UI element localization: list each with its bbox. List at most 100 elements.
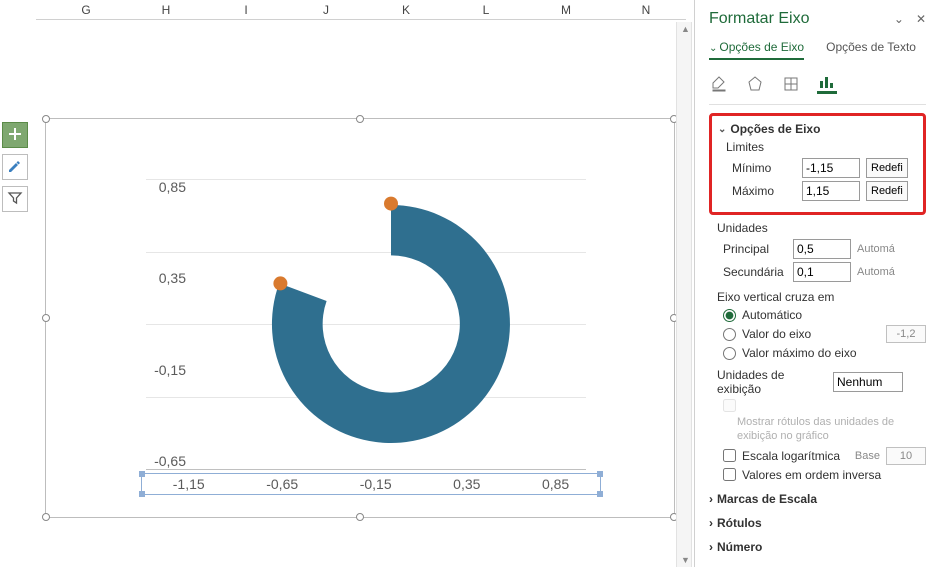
col-M: M xyxy=(526,3,606,17)
col-L: L xyxy=(446,3,526,17)
col-H: H xyxy=(126,3,206,17)
auto-label: Automá xyxy=(857,266,895,278)
highlight-box: ⌄ Opções de Eixo Limites Mínimo Redefi M… xyxy=(709,113,926,215)
plus-icon xyxy=(7,126,23,145)
resize-handle[interactable] xyxy=(356,513,364,521)
base-label: Base xyxy=(855,450,880,462)
x-tick: -1,15 xyxy=(173,476,205,492)
data-point-end xyxy=(384,197,398,211)
y-tick: 0,85 xyxy=(106,179,186,195)
radio-value-label: Valor do eixo xyxy=(742,327,811,341)
x-tick: -0,65 xyxy=(266,476,298,492)
x-tick: -0,15 xyxy=(360,476,392,492)
data-point-start xyxy=(273,276,287,290)
secondary-label: Secundária xyxy=(723,265,787,279)
chart-tools xyxy=(2,122,30,212)
resize-handle[interactable] xyxy=(356,115,364,123)
plot-area[interactable]: 0,85 0,35 -0,15 -0,65 -1,15 -0,65 -0,15 … xyxy=(196,179,586,469)
display-units-label: Unidades de exibição xyxy=(717,368,827,396)
max-label: Máximo xyxy=(732,184,796,198)
reverse-label: Valores em ordem inversa xyxy=(742,468,881,482)
principal-input[interactable] xyxy=(793,239,851,259)
check-log-scale[interactable] xyxy=(723,449,736,462)
col-I: I xyxy=(206,3,286,17)
auto-label: Automá xyxy=(857,243,895,255)
section-axis-options[interactable]: ⌄ Opções de Eixo xyxy=(718,122,917,136)
min-label: Mínimo xyxy=(732,161,796,175)
funnel-icon xyxy=(7,190,23,209)
selection-handle[interactable] xyxy=(597,471,603,477)
panel-title: Formatar Eixo xyxy=(709,10,809,28)
bar-chart-icon[interactable] xyxy=(817,74,837,94)
selection-handle[interactable] xyxy=(139,491,145,497)
chart-styles-button[interactable] xyxy=(2,154,28,180)
resize-handle[interactable] xyxy=(42,513,50,521)
chart-object[interactable]: 0,85 0,35 -0,15 -0,65 -1,15 -0,65 -0,15 … xyxy=(45,118,675,518)
y-tick: -0,65 xyxy=(106,453,186,469)
secondary-input[interactable] xyxy=(793,262,851,282)
selection-handle[interactable] xyxy=(139,471,145,477)
x-axis-selected[interactable]: -1,15 -0,65 -0,15 0,35 0,85 xyxy=(141,473,601,495)
col-K: K xyxy=(366,3,446,17)
donut-series[interactable] xyxy=(251,184,531,464)
chevron-right-icon: › xyxy=(709,516,713,530)
arc-segment xyxy=(272,205,510,443)
close-icon[interactable]: ✕ xyxy=(916,12,926,26)
vcross-label: Eixo vertical cruza em xyxy=(717,290,926,304)
y-tick: 0,35 xyxy=(106,270,186,286)
panel-tabs: ⌄Opções de Eixo Opções de Texto xyxy=(709,40,926,60)
section-labels[interactable]: › Rótulos xyxy=(709,516,926,530)
column-headers: G H I J K L M N xyxy=(36,0,686,20)
chevron-down-icon[interactable]: ⌄ xyxy=(894,12,904,26)
radio-max-label: Valor máximo do eixo xyxy=(742,346,857,360)
principal-label: Principal xyxy=(723,242,787,256)
chart-elements-button[interactable] xyxy=(2,122,28,148)
tab-text-options[interactable]: Opções de Texto xyxy=(826,40,916,60)
fill-icon[interactable] xyxy=(709,74,729,94)
gridline xyxy=(146,469,586,470)
check-show-unit-labels xyxy=(723,399,736,412)
chart-filter-button[interactable] xyxy=(2,186,28,212)
reset-min-button[interactable]: Redefi xyxy=(866,158,908,178)
resize-handle[interactable] xyxy=(42,115,50,123)
section-tick-marks[interactable]: › Marcas de Escala xyxy=(709,492,926,506)
chevron-right-icon: › xyxy=(709,492,713,506)
gridline xyxy=(146,179,586,180)
scroll-up-icon[interactable]: ▲ xyxy=(681,24,690,34)
show-unit-labels-label: Mostrar rótulos das unidades de exibição… xyxy=(737,415,926,444)
panel-subtabs xyxy=(709,70,926,105)
chevron-down-icon: ⌄ xyxy=(718,124,726,135)
x-tick: 0,35 xyxy=(453,476,480,492)
col-J: J xyxy=(286,3,366,17)
log-base-input xyxy=(886,447,926,465)
radio-auto-label: Automático xyxy=(742,308,802,322)
resize-handle[interactable] xyxy=(42,314,50,322)
y-axis-labels[interactable]: 0,85 0,35 -0,15 -0,65 xyxy=(106,179,186,469)
brush-icon xyxy=(7,158,23,177)
tab-axis-options[interactable]: ⌄Opções de Eixo xyxy=(709,40,804,60)
y-tick: -0,15 xyxy=(106,362,186,378)
min-input[interactable] xyxy=(802,158,860,178)
reset-max-button[interactable]: Redefi xyxy=(866,181,908,201)
section-number[interactable]: › Número xyxy=(709,540,926,554)
log-scale-label: Escala logarítmica xyxy=(742,449,840,463)
chevron-right-icon: › xyxy=(709,540,713,554)
radio-max[interactable] xyxy=(723,347,736,360)
units-label: Unidades xyxy=(717,221,926,235)
effects-icon[interactable] xyxy=(745,74,765,94)
col-N: N xyxy=(606,3,686,17)
col-G: G xyxy=(46,3,126,17)
format-axis-panel: Formatar Eixo ⌄ ✕ ⌄Opções de Eixo Opções… xyxy=(694,0,936,567)
selection-handle[interactable] xyxy=(597,491,603,497)
cross-value-input xyxy=(886,325,926,343)
radio-auto[interactable] xyxy=(723,309,736,322)
limits-label: Limites xyxy=(726,140,917,154)
display-units-select[interactable] xyxy=(833,372,903,392)
radio-value[interactable] xyxy=(723,328,736,341)
x-tick: 0,85 xyxy=(542,476,569,492)
vertical-scrollbar[interactable]: ▲ ▼ xyxy=(676,22,692,567)
size-icon[interactable] xyxy=(781,74,801,94)
scroll-down-icon[interactable]: ▼ xyxy=(681,555,690,565)
max-input[interactable] xyxy=(802,181,860,201)
check-reverse[interactable] xyxy=(723,468,736,481)
